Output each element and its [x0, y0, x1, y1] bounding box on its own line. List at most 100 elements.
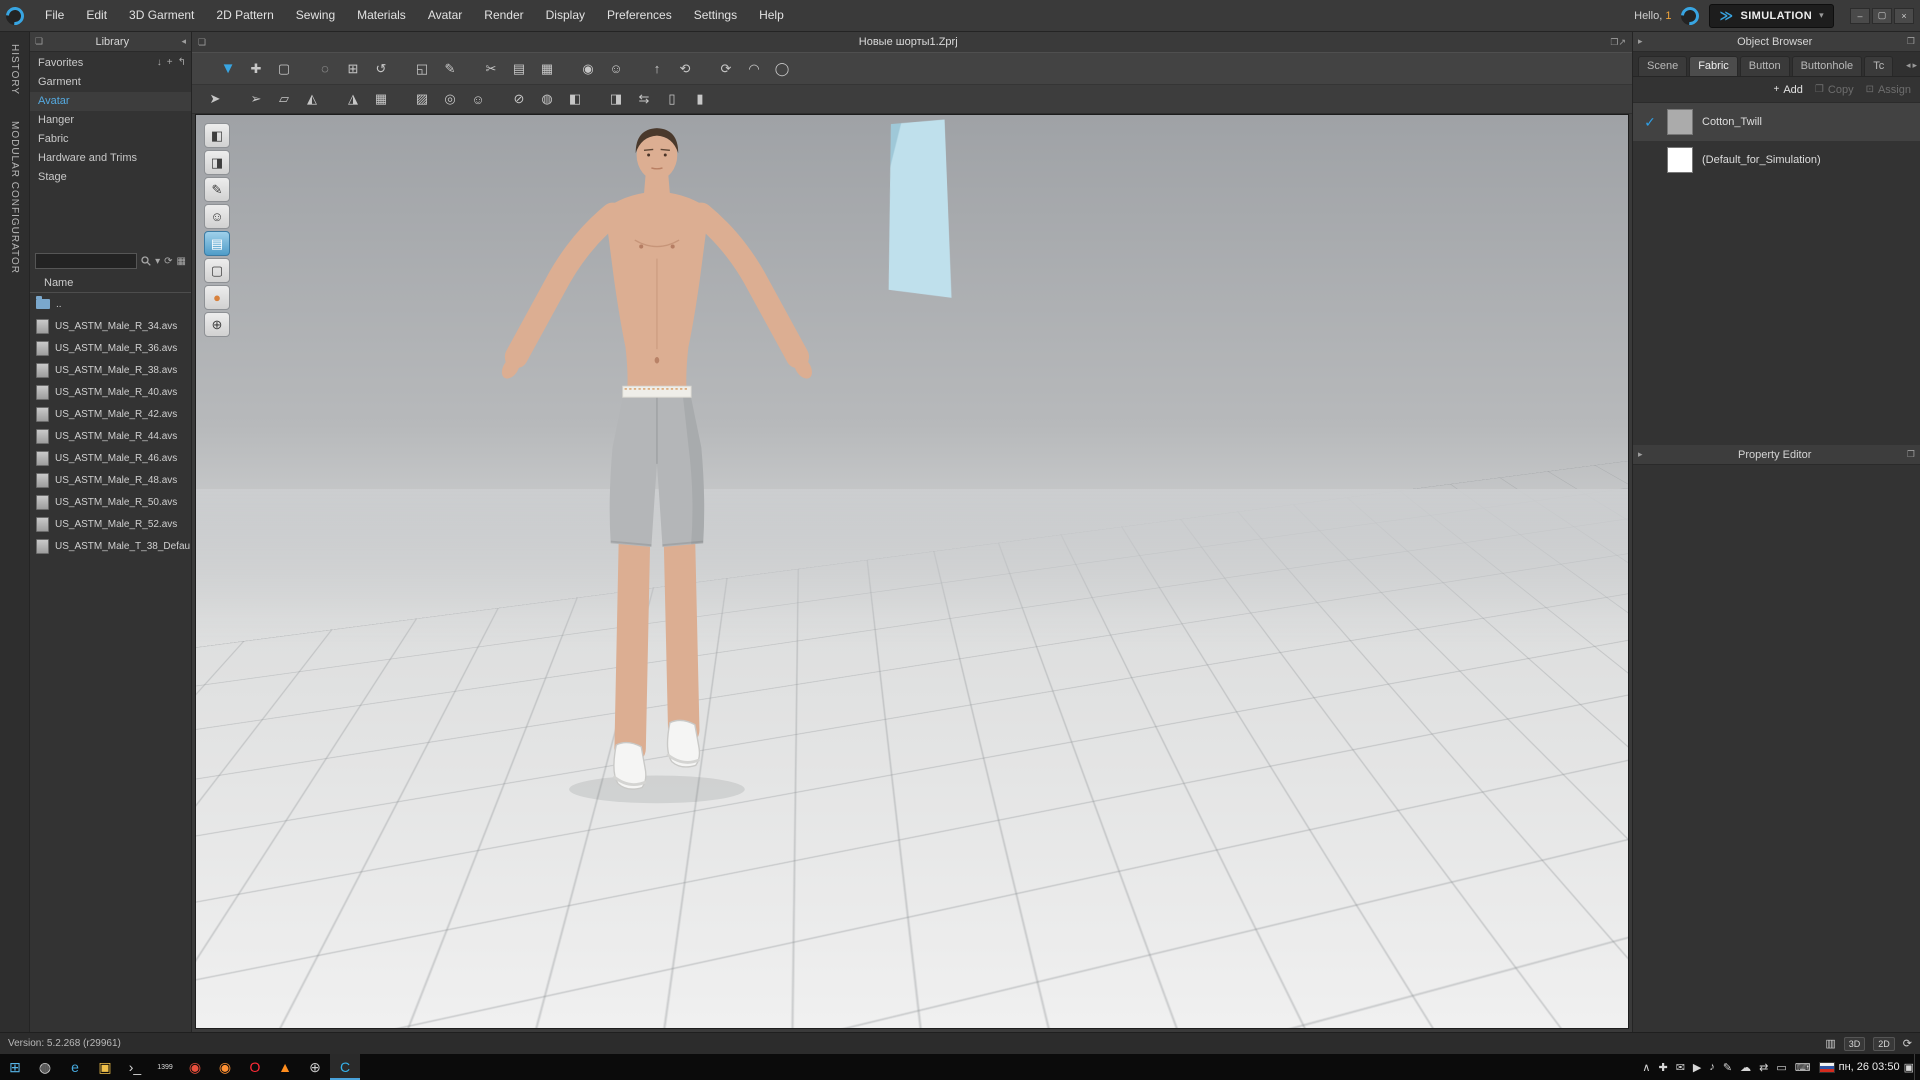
- library-file-row[interactable]: US_ASTM_Male_R_40.avs: [30, 381, 191, 403]
- add-icon[interactable]: +: [167, 57, 173, 68]
- slider-icon[interactable]: ⇆: [631, 87, 657, 111]
- fabric-swatch[interactable]: [1667, 147, 1693, 173]
- hidden-icons-chevron-icon[interactable]: ∧: [1642, 1061, 1650, 1074]
- pen-icon[interactable]: ✎: [437, 57, 463, 81]
- close-button[interactable]: ×: [1894, 7, 1914, 24]
- pins-icon[interactable]: ◉: [575, 57, 601, 81]
- object-browser-tab[interactable]: Button: [1739, 56, 1790, 76]
- menu-item[interactable]: Edit: [75, 0, 118, 31]
- pose-edit-icon[interactable]: ➢: [243, 87, 269, 111]
- start-button[interactable]: ⊞: [0, 1054, 30, 1080]
- tape-measure-icon[interactable]: ▱: [271, 87, 297, 111]
- popout-icon[interactable]: ❐: [1907, 36, 1915, 47]
- mesh-edit-icon[interactable]: ◮: [340, 87, 366, 111]
- fabric-panel[interactable]: [885, 120, 952, 303]
- grid-points2-icon[interactable]: ▨: [409, 87, 435, 111]
- popout-icon[interactable]: ❏: [35, 36, 43, 47]
- search-icon[interactable]: [141, 256, 151, 266]
- clock[interactable]: пн, 26 03:50: [1835, 1054, 1904, 1080]
- mirror-left-icon[interactable]: ▯: [659, 87, 685, 111]
- side-tab[interactable]: MODULAR CONFIGURATOR: [9, 121, 20, 274]
- opera-icon[interactable]: O: [240, 1054, 270, 1080]
- library-file-row[interactable]: US_ASTM_Male_R_46.avs: [30, 447, 191, 469]
- download-icon[interactable]: ↓: [157, 57, 162, 68]
- simulation-mode-dropdown[interactable]: ≫ SIMULATION ▾: [1709, 3, 1834, 28]
- library-file-row[interactable]: US_ASTM_Male_R_36.avs: [30, 337, 191, 359]
- show-head-icon[interactable]: ☺: [465, 87, 491, 111]
- library-file-row[interactable]: US_ASTM_Male_R_42.avs: [30, 403, 191, 425]
- mail-icon[interactable]: ✉: [1676, 1061, 1685, 1074]
- tab-prev-icon[interactable]: ◂: [1906, 60, 1911, 71]
- popout-icon[interactable]: ❏: [198, 37, 206, 48]
- menu-item[interactable]: Settings: [683, 0, 748, 31]
- marquee-select-icon[interactable]: ▢: [271, 57, 297, 81]
- curve-icon[interactable]: ◠: [741, 57, 767, 81]
- library-favorites-row[interactable]: Favorites ↓ + ↰: [30, 52, 191, 73]
- show-desktop-button[interactable]: [1914, 1054, 1920, 1080]
- firefox-icon[interactable]: ◉: [210, 1054, 240, 1080]
- library-category[interactable]: Garment: [30, 73, 191, 92]
- thumbnail-grid-icon[interactable]: ▦: [177, 256, 186, 267]
- refresh-icon[interactable]: ⟳: [1903, 1037, 1912, 1050]
- volume-icon[interactable]: ♪: [1709, 1061, 1715, 1073]
- lock-avatar-icon[interactable]: ⊘: [506, 87, 532, 111]
- collapse-arrow-icon[interactable]: ◂: [181, 36, 186, 47]
- mannequin-icon[interactable]: ●: [204, 285, 230, 310]
- cloud-icon[interactable]: ☁: [1740, 1061, 1751, 1074]
- search-filter-caret-icon[interactable]: ▾: [155, 256, 160, 267]
- library-file-row[interactable]: US_ASTM_Male_R_34.avs: [30, 315, 191, 337]
- library-file-row[interactable]: US_ASTM_Male_R_52.avs: [30, 513, 191, 535]
- simulate-icon[interactable]: ▼: [215, 57, 241, 81]
- fabric-view-icon[interactable]: ▤: [204, 231, 230, 256]
- edge-icon[interactable]: e: [60, 1054, 90, 1080]
- globe-icon[interactable]: ⊕: [204, 312, 230, 337]
- library-file-row[interactable]: US_ASTM_Male_R_44.avs: [30, 425, 191, 447]
- mesh-select-icon[interactable]: ◭: [299, 87, 325, 111]
- network-icon[interactable]: ⇄: [1759, 1061, 1768, 1074]
- dual-view-icon[interactable]: ▥: [1825, 1037, 1835, 1050]
- refresh-icon[interactable]: ⟳: [164, 256, 172, 267]
- float-window-icon[interactable]: ❐: [1610, 37, 1618, 48]
- view-3d-button[interactable]: 3D: [1843, 1036, 1866, 1051]
- walk-pose-icon[interactable]: ➤: [202, 87, 228, 111]
- maximize-button[interactable]: ▢: [1872, 7, 1892, 24]
- fold-right-icon[interactable]: ⟳: [713, 57, 739, 81]
- user-name[interactable]: 1: [1665, 10, 1671, 22]
- menu-item[interactable]: Help: [748, 0, 795, 31]
- fold-left-icon[interactable]: ⟲: [672, 57, 698, 81]
- snapshot-icon[interactable]: ◧: [204, 123, 230, 148]
- lasso-select-icon[interactable]: ◌: [312, 57, 338, 81]
- search-input[interactable]: [35, 253, 138, 269]
- assign-button[interactable]: ⊡ Assign: [1866, 84, 1911, 96]
- cortana-icon[interactable]: ◍: [30, 1054, 60, 1080]
- pattern-icon[interactable]: ▤: [506, 57, 532, 81]
- menu-item[interactable]: File: [34, 0, 75, 31]
- clo-icon[interactable]: C: [330, 1054, 360, 1080]
- grid-points-icon[interactable]: ▦: [368, 87, 394, 111]
- menu-item[interactable]: 3D Garment: [118, 0, 205, 31]
- display-icon[interactable]: ▭: [1776, 1061, 1786, 1074]
- menu-item[interactable]: Display: [535, 0, 596, 31]
- back-icon[interactable]: ↰: [178, 57, 186, 68]
- library-category[interactable]: Hardware and Trims: [30, 149, 191, 168]
- viewport-canvas[interactable]: ◧ ◨ ✎ ☺ ▤ ▢ ● ⊕: [195, 114, 1629, 1029]
- texture-a-icon[interactable]: ◧: [562, 87, 588, 111]
- arrangement-points-icon[interactable]: ▦: [534, 57, 560, 81]
- popout-icon[interactable]: ❐: [1907, 449, 1915, 460]
- move-gizmo-icon[interactable]: ⊞: [340, 57, 366, 81]
- avatar-icon[interactable]: ☺: [603, 57, 629, 81]
- menu-item[interactable]: Avatar: [417, 0, 473, 31]
- avatar-show-icon[interactable]: ☺: [204, 204, 230, 229]
- object-browser-tab[interactable]: Scene: [1638, 56, 1688, 76]
- file-explorer-icon[interactable]: ▣: [90, 1054, 120, 1080]
- fabric-list-item[interactable]: ✓ Cotton_Twill: [1633, 103, 1920, 141]
- shield-icon[interactable]: ✚: [1658, 1061, 1667, 1074]
- name-column-header[interactable]: Name: [30, 273, 191, 293]
- fabric-list-item[interactable]: (Default_for_Simulation): [1633, 141, 1920, 179]
- pan-icon[interactable]: ✚: [243, 57, 269, 81]
- minimize-button[interactable]: –: [1850, 7, 1870, 24]
- language-flag-icon[interactable]: [1818, 1061, 1835, 1073]
- menu-item[interactable]: 2D Pattern: [205, 0, 284, 31]
- ellipse-icon[interactable]: ◯: [769, 57, 795, 81]
- view-2d-button[interactable]: 2D: [1873, 1036, 1895, 1051]
